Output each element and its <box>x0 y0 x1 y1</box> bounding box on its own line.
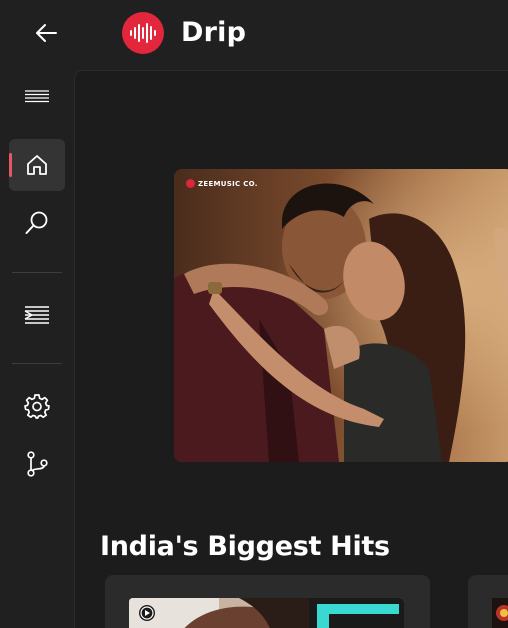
back-button[interactable] <box>28 18 64 48</box>
sidebar-item-source[interactable] <box>9 438 65 490</box>
main-content: ZEEMUSIC CO. India's Biggest Hits <box>74 70 508 628</box>
featured-banner[interactable]: ZEEMUSIC CO. <box>174 169 508 462</box>
menu-button[interactable] <box>9 70 65 122</box>
label-logo-icon <box>186 179 195 188</box>
search-icon <box>25 211 48 234</box>
section-heading: India's Biggest Hits <box>100 531 390 562</box>
home-icon <box>27 155 47 175</box>
playlist-card[interactable] <box>468 575 508 628</box>
selection-indicator <box>9 153 12 177</box>
hamburger-menu-icon <box>25 90 49 103</box>
app-logo-icon <box>122 12 164 54</box>
app-window: Drip ZEEMUSIC CO. India's Biggest Hits <box>0 0 508 628</box>
playlist-card[interactable] <box>105 575 430 628</box>
featured-album-art <box>174 169 508 462</box>
title-bar: Drip <box>0 0 508 70</box>
arrow-left-icon <box>36 24 57 42</box>
sidebar-divider <box>12 272 62 273</box>
sidebar-item-home[interactable] <box>9 139 65 191</box>
hero-label: ZEEMUSIC CO. <box>186 179 258 188</box>
git-branch-icon <box>27 451 48 477</box>
navigation-sidebar <box>0 70 74 628</box>
sidebar-divider <box>12 363 62 364</box>
sidebar-item-settings[interactable] <box>9 380 65 432</box>
hero-label-text: ZEEMUSIC CO. <box>198 179 258 188</box>
playlist-card-thumbnail <box>129 598 404 628</box>
app-title: Drip <box>181 17 247 48</box>
sidebar-item-search[interactable] <box>9 197 65 249</box>
gear-icon <box>24 394 50 419</box>
playlist-icon <box>24 306 49 324</box>
playlist-card-thumbnail <box>492 598 508 628</box>
sidebar-item-library[interactable] <box>9 289 65 341</box>
